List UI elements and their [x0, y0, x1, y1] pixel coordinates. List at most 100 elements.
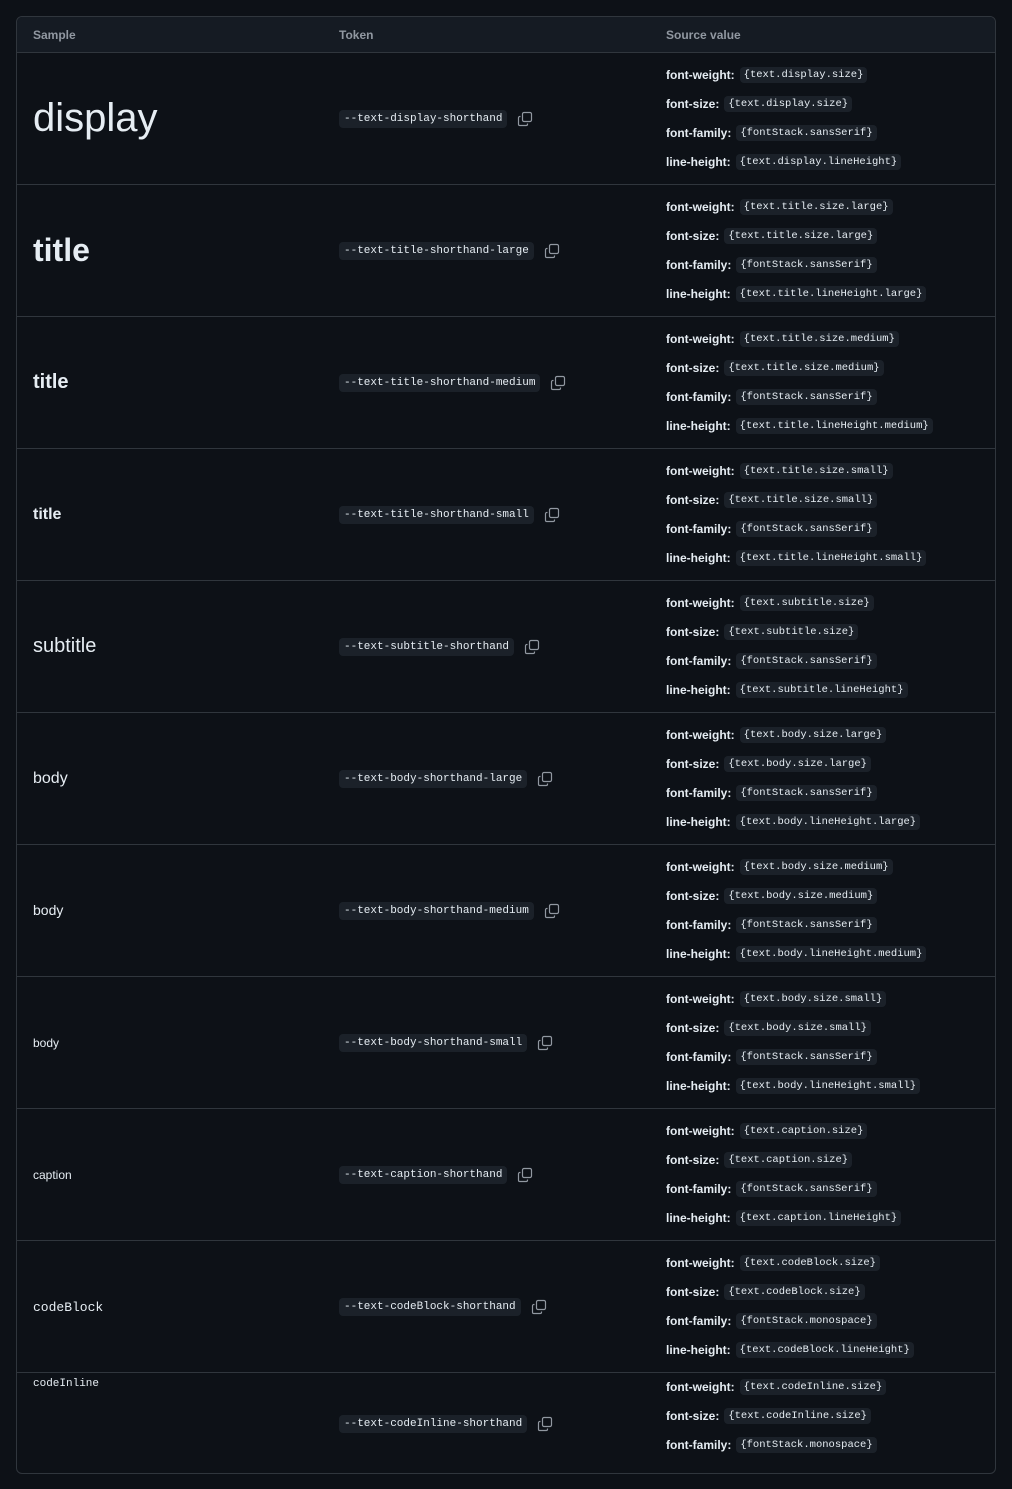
token-name: --text-codeInline-shorthand — [339, 1415, 528, 1433]
token-name: --text-body-shorthand-small — [339, 1033, 528, 1052]
source-value-line: font-size: {text.body.size.small} — [666, 1014, 995, 1043]
source-value-line: line-height: {text.body.lineHeight.medium… — [666, 939, 995, 968]
source-value-line: font-weight: {text.title.size.medium} — [666, 325, 995, 354]
copy-icon[interactable] — [516, 110, 534, 128]
source-reference-value: {text.subtitle.size} — [739, 595, 874, 612]
source-property-label: font-weight: — [666, 200, 735, 215]
source-reference-value: {fontStack.sansSerif} — [736, 916, 877, 933]
source-property-label: font-family: — [666, 1049, 732, 1064]
copy-icon[interactable] — [523, 638, 541, 656]
source-property-label: line-height: — [666, 814, 731, 829]
source-property-label: line-height: — [666, 286, 731, 301]
source-value-line: font-size: {text.codeBlock.size} — [666, 1278, 995, 1307]
source-reference-value: {text.display.size} — [724, 96, 853, 113]
source-reference-value: {fontStack.monospace} — [736, 1312, 877, 1329]
source-reference-value: {text.codeBlock.lineHeight} — [735, 1341, 914, 1358]
source-property-label: line-height: — [666, 418, 731, 433]
source-reference-value: {text.title.size.medium} — [724, 360, 884, 377]
source-value-line: font-weight: {text.display.size} — [666, 61, 995, 90]
source-property-label: font-weight: — [666, 992, 735, 1007]
header-sample: Sample — [33, 27, 76, 42]
sample-text: title — [33, 505, 62, 523]
typography-tokens-table: Sample Token Source value display --text-… — [16, 16, 996, 1474]
source-value-line: line-height: {text.codeBlock.lineHeight} — [666, 1335, 995, 1364]
source-reference-value: {text.body.size.large} — [739, 727, 887, 744]
source-property-label: font-weight: — [666, 1380, 735, 1395]
source-property-label: font-family: — [666, 257, 732, 272]
token-name: --text-body-shorthand-large — [339, 769, 528, 788]
copy-icon[interactable] — [536, 770, 554, 788]
source-value-line: font-weight: {text.title.size.large} — [666, 193, 995, 222]
copy-icon[interactable] — [516, 1166, 534, 1184]
source-value-line: font-family: {fontStack.sansSerif} — [666, 383, 995, 412]
table-body: display --text-display-shorthand font-weig… — [17, 53, 995, 1473]
source-value-line: font-size: {text.display.size} — [666, 90, 995, 119]
copy-icon[interactable] — [549, 374, 567, 392]
source-reference-value: {text.body.size.small} — [739, 991, 887, 1008]
source-reference-value: {text.body.lineHeight.small} — [735, 1077, 921, 1094]
source-value-line: font-family: {fontStack.monospace} — [666, 1307, 995, 1336]
source-property-label: font-weight: — [666, 596, 735, 611]
source-reference-value: {text.body.size.medium} — [724, 888, 878, 905]
source-reference-value: {fontStack.sansSerif} — [736, 124, 877, 141]
table-header: Sample Token Source value — [17, 17, 995, 53]
source-value-line: line-height: {text.body.lineHeight.large} — [666, 807, 995, 836]
copy-icon[interactable] — [536, 1034, 554, 1052]
copy-icon[interactable] — [543, 506, 561, 524]
source-value-line: line-height: {text.subtitle.lineHeight} — [666, 675, 995, 704]
source-property-label: font-family: — [666, 785, 732, 800]
source-property-label: font-family: — [666, 1437, 732, 1452]
source-reference-value: {text.codeBlock.size} — [739, 1255, 880, 1272]
source-value-line: font-size: {text.body.size.medium} — [666, 882, 995, 911]
source-property-label: font-size: — [666, 1285, 720, 1300]
source-value-line: line-height: {text.display.lineHeight} — [666, 147, 995, 176]
source-property-label: font-size: — [666, 229, 720, 244]
source-property-label: line-height: — [666, 1342, 731, 1357]
source-property-label: font-size: — [666, 757, 720, 772]
table-row: title --text-title-shorthand-large font-we… — [17, 185, 995, 317]
source-reference-value: {text.body.size.large} — [724, 756, 871, 773]
token-name: --text-title-shorthand-small — [339, 505, 534, 524]
source-value-line: font-weight: {text.body.size.small} — [666, 985, 995, 1014]
sample-text: title — [33, 371, 69, 393]
source-value-line: font-family: {fontStack.sansSerif} — [666, 647, 995, 676]
source-property-label: line-height: — [666, 682, 731, 697]
source-property-label: font-size: — [666, 889, 720, 904]
source-property-label: line-height: — [666, 550, 731, 565]
source-value-line: font-weight: {text.body.size.medium} — [666, 853, 995, 882]
source-property-label: font-family: — [666, 389, 732, 404]
source-reference-value: {text.display.lineHeight} — [735, 153, 902, 170]
source-value-line: line-height: {text.title.lineHeight.large… — [666, 279, 995, 308]
source-property-label: font-size: — [666, 361, 720, 376]
copy-icon[interactable] — [536, 1415, 554, 1433]
source-value-line: font-size: {text.body.size.large} — [666, 750, 995, 779]
source-value-line: line-height: {text.body.lineHeight.small} — [666, 1071, 995, 1100]
copy-icon[interactable] — [543, 242, 561, 260]
source-value-line: font-family: {fontStack.sansSerif} — [666, 1175, 995, 1204]
token-name: --text-title-shorthand-large — [339, 241, 534, 260]
source-value-line: font-family: {fontStack.sansSerif} — [666, 251, 995, 280]
header-token: Token — [339, 27, 374, 42]
table-row: body --text-body-shorthand-large font-weig… — [17, 713, 995, 845]
source-value-line: line-height: {text.caption.lineHeight} — [666, 1203, 995, 1232]
copy-icon[interactable] — [530, 1298, 548, 1316]
token-name: --text-title-shorthand-medium — [339, 373, 541, 392]
source-reference-value: {text.subtitle.size} — [724, 624, 859, 641]
table-row: display --text-display-shorthand font-weig… — [17, 53, 995, 185]
table-row: title --text-title-shorthand-small font-we… — [17, 449, 995, 581]
source-value-line: line-height: {text.title.lineHeight.mediu… — [666, 411, 995, 440]
sample-text: body — [33, 1035, 60, 1050]
source-value-line: font-size: {text.codeInline.size} — [666, 1402, 995, 1431]
sample-text: codeInline — [33, 1378, 100, 1390]
source-property-label: font-size: — [666, 1409, 720, 1424]
source-reference-value: {text.title.size.small} — [724, 492, 878, 509]
source-value-line: font-family: {fontStack.sansSerif} — [666, 1043, 995, 1072]
source-value-line: line-height: {text.title.lineHeight.small… — [666, 543, 995, 572]
source-property-label: font-family: — [666, 1313, 732, 1328]
source-property-label: font-weight: — [666, 464, 735, 479]
source-property-label: font-size: — [666, 625, 720, 640]
copy-icon[interactable] — [543, 902, 561, 920]
sample-text: body — [33, 769, 68, 787]
source-reference-value: {text.title.lineHeight.medium} — [735, 417, 933, 434]
source-value-line: font-size: {text.caption.size} — [666, 1146, 995, 1175]
